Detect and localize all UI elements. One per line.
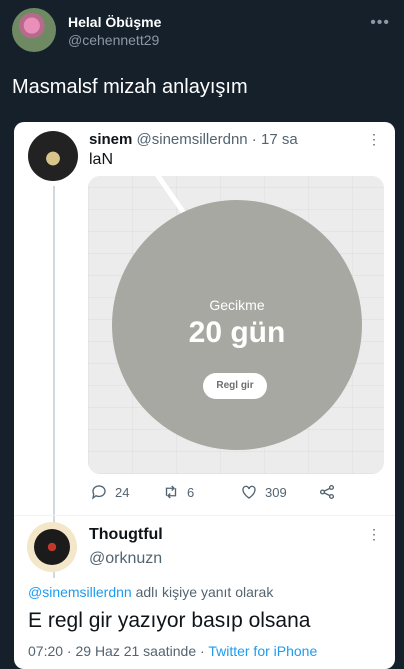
tweet-source-link[interactable]: Twitter for iPhone — [208, 643, 317, 659]
like-action[interactable]: 309 — [240, 483, 287, 501]
user-handle[interactable]: @sinemsillerdnn — [137, 131, 248, 148]
tweet-actions: 24 6 309 — [88, 483, 384, 505]
display-name[interactable]: sinem — [89, 131, 132, 148]
more-options-icon[interactable]: ⋮ — [367, 526, 381, 543]
tweet-media-image[interactable]: Gecikme 20 gün Regl gir — [88, 176, 384, 474]
user-handle[interactable]: @cehennett29 — [68, 32, 159, 48]
tweet-timestamp[interactable]: 07:20 · 29 Haz 21 saatinde · — [28, 643, 208, 659]
reply-count: 24 — [115, 484, 130, 500]
outer-tweet-header: Helal Öbüşme @cehennett29 ••• — [12, 8, 392, 56]
divider — [14, 515, 395, 516]
avatar[interactable] — [28, 131, 78, 181]
retweet-action[interactable]: 6 — [162, 483, 194, 501]
delay-value: 20 gün — [188, 316, 286, 349]
tweet-metadata: 07:20 · 29 Haz 21 saatinde · Twitter for… — [28, 643, 317, 659]
quoted-tweet-header: sinem @sinemsillerdnn · 17 sa — [89, 131, 298, 148]
thread-connector-line — [53, 186, 55, 578]
period-tracker-circle: Gecikme 20 gün Regl gir — [112, 200, 362, 450]
separator: · — [247, 131, 261, 148]
tweet-text: Masmalsf mizah anlayışım — [12, 76, 248, 98]
tweet-text: laN — [89, 151, 114, 168]
tweet-time[interactable]: 17 sa — [261, 131, 298, 148]
vinyl-record-icon — [34, 529, 70, 565]
retweet-icon — [165, 485, 177, 499]
display-name[interactable]: Thougtful — [89, 526, 163, 544]
retweet-count: 6 — [187, 484, 195, 500]
share-icon — [319, 484, 335, 500]
like-count: 309 — [265, 484, 287, 500]
share-action[interactable] — [318, 483, 336, 501]
replying-to-line: @sinemsillerdnn adlı kişiye yanıt olarak — [28, 584, 273, 600]
display-name[interactable]: Helal Öbüşme — [68, 14, 161, 30]
log-period-button: Regl gir — [203, 373, 267, 399]
avatar[interactable] — [27, 522, 77, 572]
more-options-icon[interactable]: ••• — [370, 14, 390, 32]
avatar[interactable] — [12, 8, 56, 52]
delay-label: Gecikme — [209, 297, 265, 313]
replying-suffix: adlı kişiye yanıt olarak — [131, 584, 274, 600]
reply-icon — [91, 485, 106, 500]
quoted-thread-card: sinem @sinemsillerdnn · 17 sa ⋮ laN Geci… — [14, 122, 395, 669]
user-handle[interactable]: @orknuzn — [89, 550, 162, 568]
more-options-icon[interactable]: ⋮ — [367, 131, 381, 148]
reply-action[interactable]: 24 — [90, 483, 129, 501]
tweet-text: E regl gir yazıyor basıp olsana — [28, 609, 311, 632]
mention-link[interactable]: @sinemsillerdnn — [28, 584, 132, 600]
heart-icon — [242, 485, 256, 499]
